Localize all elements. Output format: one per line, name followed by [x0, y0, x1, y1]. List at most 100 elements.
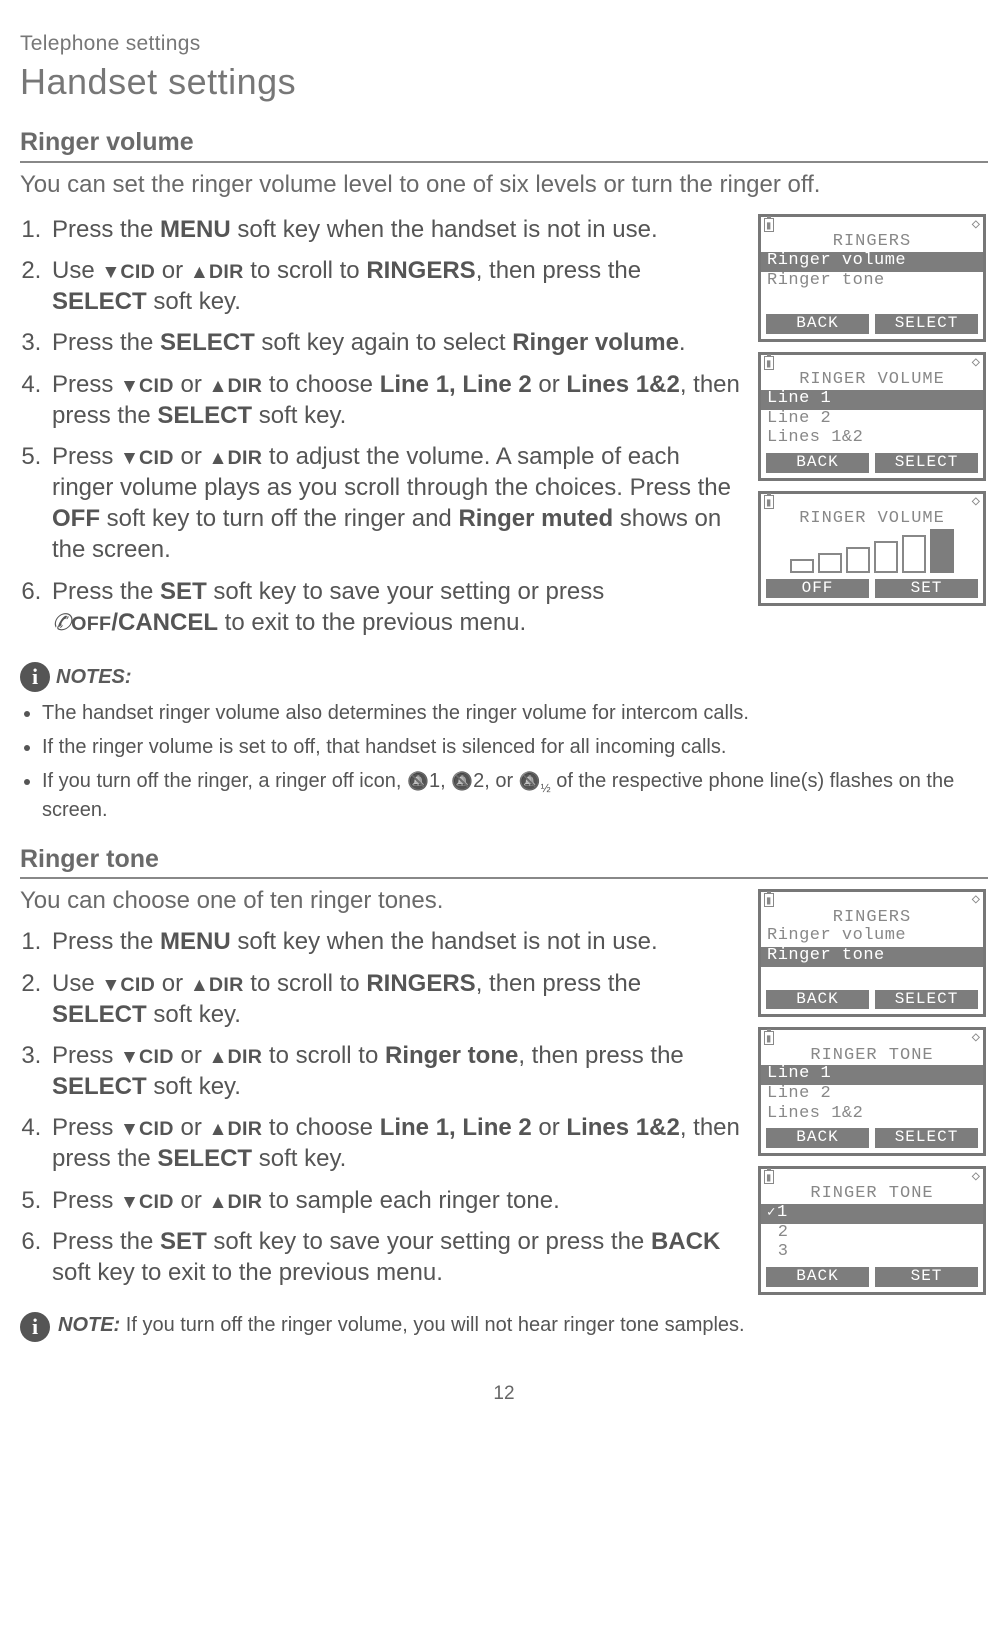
volume-bar: [818, 553, 842, 573]
lcd-title: RINGERS: [761, 233, 983, 252]
lcd-set-button: SET: [875, 579, 978, 599]
bell-off-icon: [451, 770, 473, 792]
ringer-volume-steps: Press the MENU soft key when the handset…: [20, 214, 740, 638]
info-icon: i: [20, 1312, 50, 1342]
lcd-item-selected: Ringer tone: [761, 947, 983, 967]
lcd-select-button: SELECT: [875, 1128, 978, 1148]
step-5: Press CID or DIR to adjust the volume. A…: [48, 441, 740, 566]
lcd-ringer-tone-list: ◇ RINGER TONE 1 2 3 BACK SET: [758, 1166, 986, 1295]
lcd-back-button: BACK: [766, 1267, 869, 1287]
lcd-item: Line 2: [761, 1085, 983, 1105]
lcd-ringer-volume-lines: ◇ RINGER VOLUME Line 1 Line 2 Lines 1&2 …: [758, 352, 986, 481]
lcd-item: Lines 1&2: [761, 429, 983, 449]
up-arrow-icon: [208, 1114, 227, 1141]
scroll-arrows-icon: ◇: [972, 218, 980, 233]
battery-icon: [764, 1170, 774, 1184]
lcd-title: RINGER TONE: [761, 1047, 983, 1066]
lcd-item: Ringer volume: [761, 927, 983, 947]
section-ringer-volume-intro: You can set the ringer volume level to o…: [20, 169, 988, 200]
down-arrow-icon: [101, 257, 120, 284]
scroll-arrows-icon: ◇: [972, 1031, 980, 1046]
lcd-select-button: SELECT: [875, 990, 978, 1010]
volume-bars: [761, 529, 983, 575]
check-icon: [767, 1203, 777, 1222]
lcd-item-selected: Line 1: [761, 1065, 983, 1085]
lcd-item: 3: [761, 1243, 983, 1263]
step-1: Press the MENU soft key when the handset…: [48, 214, 740, 245]
scroll-arrows-icon: ◇: [972, 893, 980, 908]
up-arrow-icon: [208, 443, 227, 470]
note-item: If you turn off the ringer, a ringer off…: [42, 768, 988, 823]
info-icon: i: [20, 662, 50, 692]
note-single: i NOTE: If you turn off the ringer volum…: [20, 1312, 988, 1342]
lcd-ringers-menu-tone: ◇ RINGERS Ringer volume Ringer tone BACK…: [758, 889, 986, 1017]
lcd-title: RINGERS: [761, 909, 983, 928]
lcd-title: RINGER VOLUME: [761, 371, 983, 390]
down-arrow-icon: [120, 371, 139, 398]
volume-bar: [874, 541, 898, 573]
lcd-item-selected: Ringer volume: [761, 252, 983, 272]
up-arrow-icon: [208, 1042, 227, 1069]
lcd-title: RINGER VOLUME: [761, 510, 983, 529]
lcd-back-button: BACK: [766, 1128, 869, 1148]
up-arrow-icon: [190, 970, 209, 997]
step-1: Press the MENU soft key when the handset…: [48, 926, 740, 957]
lcd-ringer-tone-lines: ◇ RINGER TONE Line 1 Line 2 Lines 1&2 BA…: [758, 1027, 986, 1156]
note-item: The handset ringer volume also determine…: [42, 700, 988, 726]
lcd-title: RINGER TONE: [761, 1185, 983, 1204]
notes-label: i NOTES:: [20, 662, 988, 692]
page-number: 12: [20, 1382, 988, 1407]
down-arrow-icon: [101, 970, 120, 997]
down-arrow-icon: [120, 443, 139, 470]
lcd-item: Line 2: [761, 410, 983, 430]
section-ringer-tone-intro: You can choose one of ten ringer tones.: [20, 885, 740, 916]
step-4: Press CID or DIR to choose Line 1, Line …: [48, 369, 740, 431]
lcd-set-button: SET: [875, 1267, 978, 1287]
lcd-ringers-menu: ◇ RINGERS Ringer volume Ringer tone BACK…: [758, 214, 986, 342]
battery-icon: [764, 893, 774, 907]
lcd-back-button: BACK: [766, 314, 869, 334]
volume-bar: [790, 559, 814, 573]
step-6: Press the SET soft key to save your sett…: [48, 576, 740, 638]
lcd-item: 2: [761, 1224, 983, 1244]
step-3: Press CID or DIR to scroll to Ringer ton…: [48, 1040, 740, 1102]
volume-bar-filled: [930, 529, 954, 573]
header-small: Telephone settings: [20, 30, 988, 57]
lcd-off-button: OFF: [766, 579, 869, 599]
up-arrow-icon: [208, 1187, 227, 1214]
battery-icon: [764, 1031, 774, 1045]
step-6: Press the SET soft key to save your sett…: [48, 1226, 740, 1288]
lcd-select-button: SELECT: [875, 314, 978, 334]
phone-icon: [52, 609, 71, 636]
scroll-arrows-icon: ◇: [972, 1170, 980, 1185]
lcd-back-button: BACK: [766, 453, 869, 473]
scroll-arrows-icon: ◇: [972, 495, 980, 510]
section-ringer-tone-heading: Ringer tone: [20, 843, 988, 880]
notes-list: The handset ringer volume also determine…: [20, 700, 988, 823]
step-2: Use CID or DIR to scroll to RINGERS, the…: [48, 968, 740, 1030]
up-arrow-icon: [190, 257, 209, 284]
note-item: If the ringer volume is set to off, that…: [42, 734, 988, 760]
volume-bar: [846, 547, 870, 573]
step-3: Press the SELECT soft key again to selec…: [48, 327, 740, 358]
lcd-back-button: BACK: [766, 990, 869, 1010]
bell-off-icon: [407, 770, 429, 792]
ringer-tone-steps: Press the MENU soft key when the handset…: [20, 926, 740, 1288]
section-ringer-volume-heading: Ringer volume: [20, 126, 988, 163]
scroll-arrows-icon: ◇: [972, 356, 980, 371]
step-2: Use CID or DIR to scroll to RINGERS, the…: [48, 255, 740, 317]
down-arrow-icon: [120, 1042, 139, 1069]
battery-icon: [764, 356, 774, 370]
down-arrow-icon: [120, 1187, 139, 1214]
up-arrow-icon: [208, 371, 227, 398]
lcd-item-selected: Line 1: [761, 390, 983, 410]
bell-off-icon: [519, 770, 541, 792]
battery-icon: [764, 218, 774, 232]
header-large: Handset settings: [20, 59, 988, 106]
lcd-item-selected: 1: [761, 1204, 983, 1224]
battery-icon: [764, 495, 774, 509]
step-5: Press CID or DIR to sample each ringer t…: [48, 1185, 740, 1216]
down-arrow-icon: [120, 1114, 139, 1141]
lcd-select-button: SELECT: [875, 453, 978, 473]
step-4: Press CID or DIR to choose Line 1, Line …: [48, 1112, 740, 1174]
